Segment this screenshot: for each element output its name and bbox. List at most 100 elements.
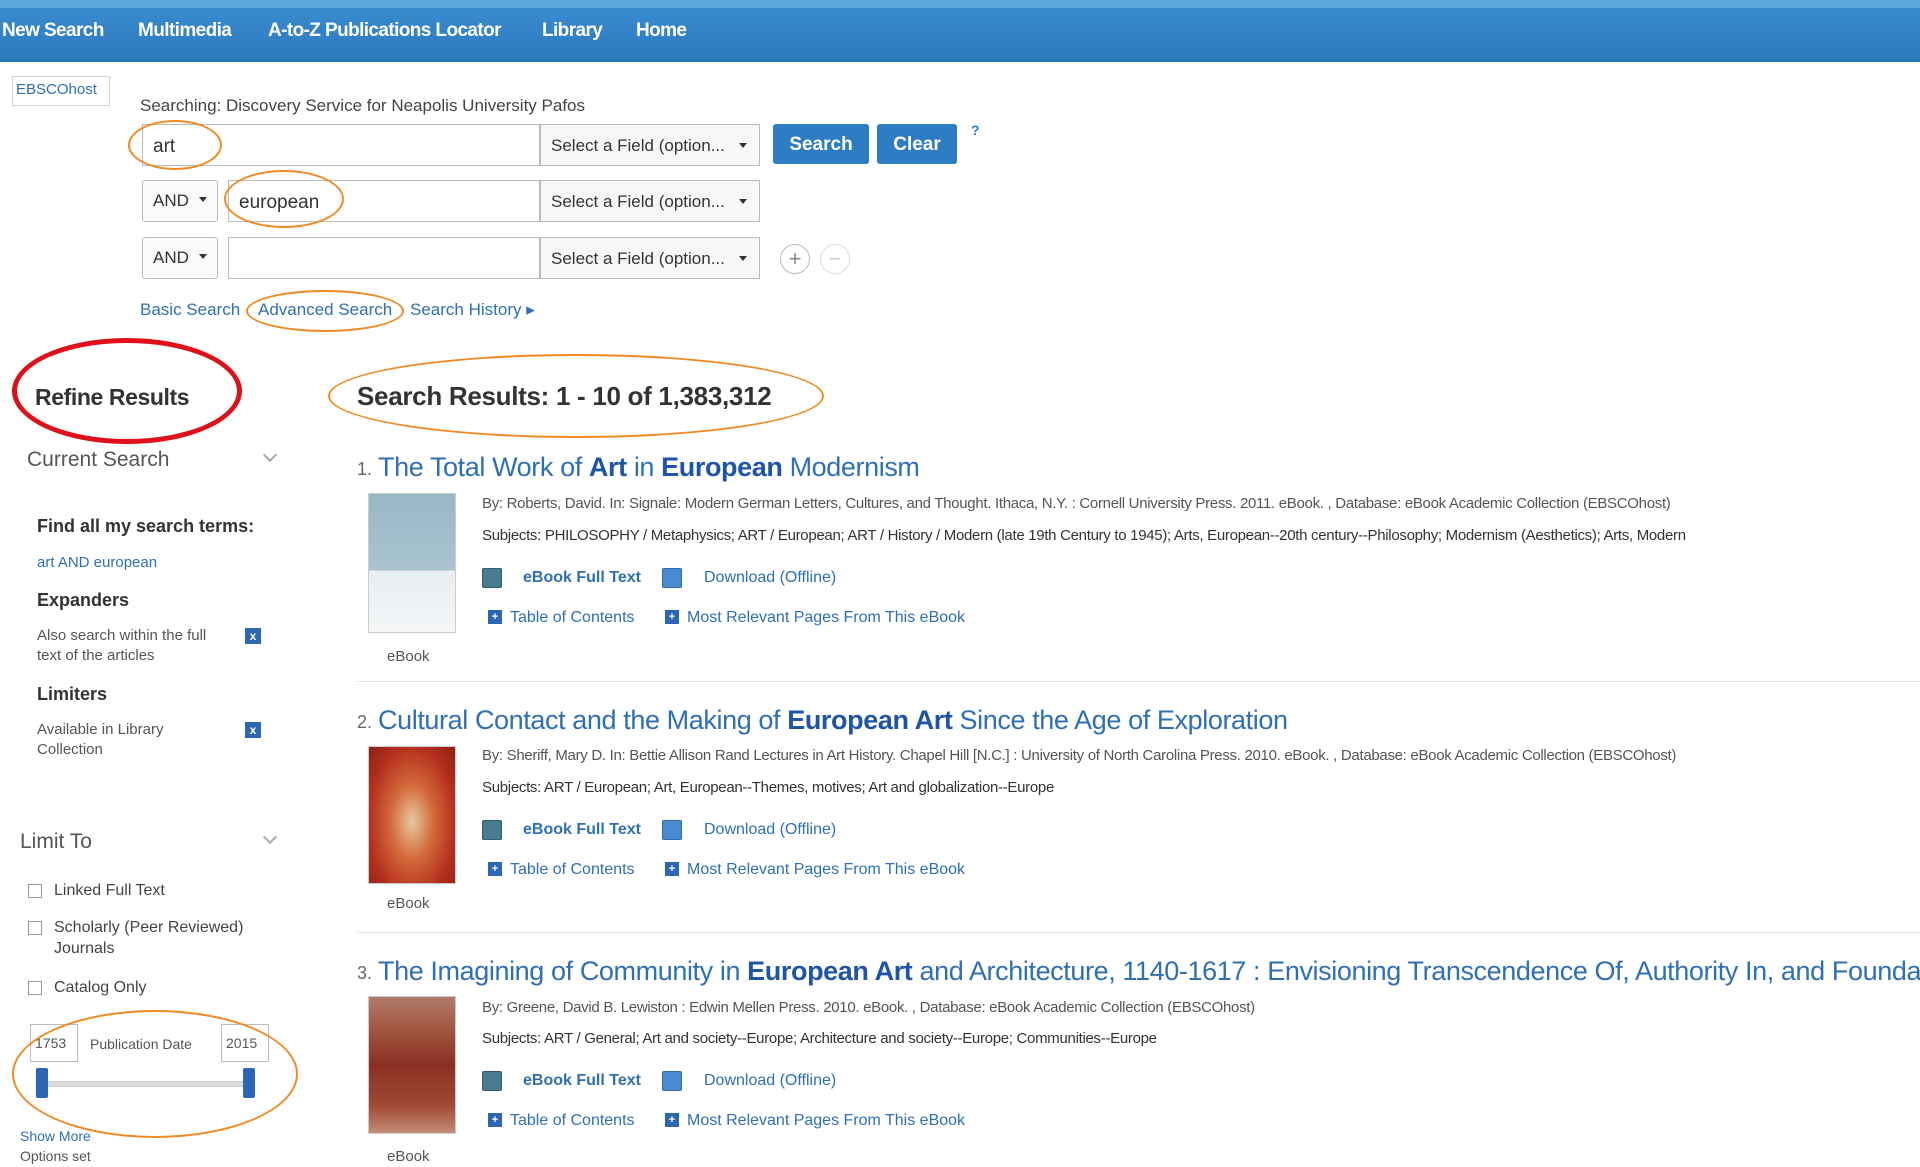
top-nav: New Search Multimedia A-to-Z Publication… bbox=[0, 0, 1920, 62]
chevron-down-icon[interactable] bbox=[262, 829, 278, 845]
title-part: The Imagining of Community in bbox=[378, 956, 748, 986]
add-row-button[interactable]: + bbox=[780, 244, 810, 274]
annotation-oval-results bbox=[328, 354, 824, 438]
plus-icon[interactable]: + bbox=[665, 610, 679, 624]
scholarly-checkbox[interactable] bbox=[28, 921, 42, 935]
plus-icon[interactable]: + bbox=[488, 610, 502, 624]
result-subjects: Subjects: ART / General; Art and society… bbox=[482, 1030, 1157, 1047]
title-part: in bbox=[626, 452, 662, 482]
plus-icon[interactable]: + bbox=[665, 1113, 679, 1127]
limit-to-heading[interactable]: Limit To bbox=[20, 830, 92, 854]
book-cover-1[interactable] bbox=[368, 493, 456, 633]
nav-az-publications[interactable]: A-to-Z Publications Locator bbox=[268, 20, 502, 42]
download-offline-link[interactable]: Download (Offline) bbox=[704, 821, 836, 839]
scholarly-label: Scholarly (Peer Reviewed) Journals bbox=[54, 919, 244, 957]
result-byline: By: Sheriff, Mary D. In: Bettie Allison … bbox=[482, 747, 1677, 764]
title-part: Cultural Contact and the Making of bbox=[378, 705, 788, 735]
field-select-3[interactable]: Select a Field (option... bbox=[540, 237, 760, 279]
result-divider bbox=[357, 681, 1920, 682]
table-of-contents-link[interactable]: Table of Contents bbox=[510, 609, 635, 627]
result-title-3[interactable]: The Imagining of Community in European A… bbox=[378, 956, 1920, 987]
most-relevant-pages-link[interactable]: Most Relevant Pages From This eBook bbox=[687, 1112, 965, 1130]
book-cover-3[interactable] bbox=[368, 996, 456, 1134]
remove-row-button[interactable]: − bbox=[820, 244, 850, 274]
download-icon[interactable] bbox=[662, 568, 682, 588]
result-byline: By: Roberts, David. In: Signale: Modern … bbox=[482, 495, 1671, 512]
result-number: 3. bbox=[357, 963, 373, 983]
title-part: and Architecture, 1140-1617 : Envisionin… bbox=[912, 956, 1920, 986]
chevron-down-icon bbox=[739, 256, 747, 261]
chevron-down-icon[interactable] bbox=[262, 447, 278, 463]
catalog-only-checkbox[interactable] bbox=[28, 981, 42, 995]
field-select-2[interactable]: Select a Field (option... bbox=[540, 180, 760, 222]
options-set-label: Options set bbox=[20, 1148, 91, 1164]
type-label: eBook bbox=[387, 895, 430, 912]
nav-new-search[interactable]: New Search bbox=[2, 20, 104, 42]
download-offline-link[interactable]: Download (Offline) bbox=[704, 569, 836, 587]
title-highlight: European Art bbox=[787, 705, 953, 735]
field-select-2-label: Select a Field (option... bbox=[551, 192, 725, 211]
title-part: The Total Work of bbox=[378, 452, 589, 482]
nav-home[interactable]: Home bbox=[636, 20, 687, 42]
chevron-down-icon bbox=[739, 199, 747, 204]
table-of-contents-link[interactable]: Table of Contents bbox=[510, 1112, 635, 1130]
search-button[interactable]: Search bbox=[773, 124, 869, 164]
boolean-select-2[interactable]: AND bbox=[142, 180, 218, 222]
show-more-link[interactable]: Show More bbox=[20, 1126, 91, 1146]
boolean-select-3[interactable]: AND bbox=[142, 237, 218, 279]
most-relevant-pages-link[interactable]: Most Relevant Pages From This eBook bbox=[687, 861, 965, 879]
most-relevant-pages-link[interactable]: Most Relevant Pages From This eBook bbox=[687, 609, 965, 627]
title-part: Since the Age of Exploration bbox=[952, 705, 1288, 735]
boolean-select-2-label: AND bbox=[153, 191, 189, 210]
limiter-item: Available in Library Collection bbox=[37, 721, 164, 758]
clear-button[interactable]: Clear bbox=[877, 124, 957, 164]
search-input-3[interactable] bbox=[228, 237, 540, 279]
ebook-full-text-link[interactable]: eBook Full Text bbox=[523, 569, 641, 587]
download-offline-link[interactable]: Download (Offline) bbox=[704, 1072, 836, 1090]
title-part: Modernism bbox=[782, 452, 920, 482]
type-label: eBook bbox=[387, 1148, 430, 1165]
searching-label: Searching: Discovery Service for Neapoli… bbox=[140, 96, 586, 115]
limiters-heading: Limiters bbox=[37, 684, 108, 704]
result-title-1[interactable]: The Total Work of Art in European Modern… bbox=[378, 452, 920, 483]
ebook-full-text-link[interactable]: eBook Full Text bbox=[523, 1072, 641, 1090]
linked-full-text-label: Linked Full Text bbox=[54, 882, 165, 899]
search-terms-link[interactable]: art AND european bbox=[37, 553, 157, 573]
plus-icon[interactable]: + bbox=[665, 862, 679, 876]
boolean-select-3-label: AND bbox=[153, 248, 189, 267]
nav-library[interactable]: Library bbox=[542, 20, 603, 42]
linked-full-text-checkbox[interactable] bbox=[28, 884, 42, 898]
remove-expander-icon[interactable]: x bbox=[245, 628, 261, 644]
nav-multimedia[interactable]: Multimedia bbox=[138, 20, 232, 42]
ebscohost-logo[interactable]: EBSCOhost bbox=[12, 76, 110, 106]
title-highlight: Art bbox=[588, 452, 627, 482]
ebook-icon[interactable] bbox=[482, 820, 502, 840]
book-cover-2[interactable] bbox=[368, 746, 456, 884]
table-of-contents-link[interactable]: Table of Contents bbox=[510, 861, 635, 879]
plus-icon[interactable]: + bbox=[488, 862, 502, 876]
field-select-1-label: Select a Field (option... bbox=[551, 136, 725, 155]
help-icon[interactable]: ? bbox=[971, 122, 980, 138]
basic-search-link[interactable]: Basic Search bbox=[140, 300, 240, 320]
annotation-oval-art bbox=[128, 120, 222, 170]
download-icon[interactable] bbox=[662, 820, 682, 840]
annotation-oval-european bbox=[224, 170, 344, 228]
expanders-heading: Expanders bbox=[37, 590, 130, 610]
remove-limiter-icon[interactable]: x bbox=[245, 722, 261, 738]
result-divider bbox=[357, 932, 1920, 933]
ebook-icon[interactable] bbox=[482, 568, 502, 588]
title-highlight: European Art bbox=[747, 956, 913, 986]
field-select-1[interactable]: Select a Field (option... bbox=[540, 124, 760, 166]
result-subjects: Subjects: ART / European; Art, European-… bbox=[482, 779, 1054, 796]
annotation-oval-date bbox=[12, 1010, 298, 1138]
current-search-heading[interactable]: Current Search bbox=[27, 448, 169, 472]
plus-icon[interactable]: + bbox=[488, 1113, 502, 1127]
chevron-down-icon bbox=[739, 143, 747, 148]
result-title-2[interactable]: Cultural Contact and the Making of Europ… bbox=[378, 705, 1288, 736]
type-label: eBook bbox=[387, 648, 430, 665]
ebook-full-text-link[interactable]: eBook Full Text bbox=[523, 821, 641, 839]
search-history-link[interactable]: Search History ▸ bbox=[410, 300, 535, 320]
chevron-down-icon bbox=[199, 254, 207, 259]
ebook-icon[interactable] bbox=[482, 1071, 502, 1091]
download-icon[interactable] bbox=[662, 1071, 682, 1091]
